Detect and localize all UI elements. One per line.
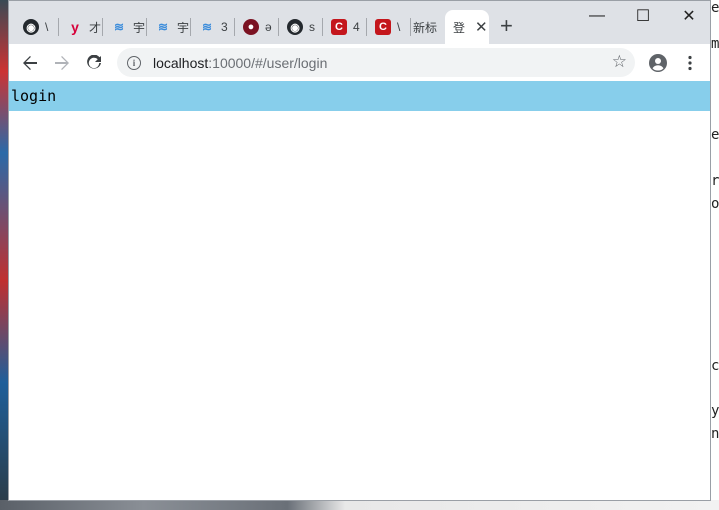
desktop-text-char: e	[711, 127, 719, 143]
page-content: login	[9, 81, 710, 500]
github-icon: ◉	[287, 19, 303, 35]
close-window-button[interactable]: ✕	[666, 1, 710, 31]
desktop-text-char: r	[711, 173, 719, 189]
tab-title: 新标	[413, 20, 438, 35]
desktop-taskbar-strip	[0, 500, 719, 510]
bookmark-star-icon[interactable]: ☆	[612, 52, 627, 72]
close-icon: ✕	[682, 8, 696, 25]
back-arrow-icon	[23, 56, 37, 70]
url-path: :10000/#/user/login	[208, 54, 328, 71]
confluence-icon: ≋	[157, 20, 169, 34]
browser-tab[interactable]: ≋ 宇	[103, 10, 147, 44]
tab-title: 4	[353, 20, 360, 34]
reload-icon	[87, 55, 101, 69]
maximize-icon: ☐	[635, 8, 651, 25]
browser-tab[interactable]: C 4	[323, 10, 367, 44]
address-bar[interactable]: i localhost:10000/#/user/login ☆	[117, 48, 635, 77]
page-title: login	[9, 81, 710, 111]
tab-title: \	[45, 20, 49, 34]
desktop-text-char: e	[711, 0, 719, 16]
tab-title: s	[309, 20, 315, 34]
browser-tab[interactable]: y 才	[59, 10, 103, 44]
account-icon	[649, 54, 667, 72]
desktop-text-char: c	[711, 358, 719, 374]
tab-title: 宇	[177, 20, 190, 35]
csdn-icon: C	[331, 19, 347, 35]
tab-title: \	[397, 20, 401, 34]
info-icon[interactable]: i	[127, 55, 141, 70]
tab-title: 3	[221, 20, 228, 34]
maximize-button[interactable]: ☐	[620, 1, 666, 31]
ruby-icon: ●	[243, 19, 259, 35]
browser-tab-active[interactable]: 登 ✕	[445, 10, 489, 44]
profile-button[interactable]	[645, 50, 671, 76]
browser-tab[interactable]: ◉ s	[279, 10, 323, 44]
tab-title: 才	[89, 20, 102, 35]
yii-icon: y	[71, 19, 79, 35]
close-tab-icon[interactable]: ✕	[475, 18, 488, 36]
url-text[interactable]: localhost:10000/#/user/login	[153, 55, 327, 71]
browser-tab[interactable]: ◉ \	[15, 10, 59, 44]
browser-window: ◉ \ y 才 ≋ 宇 ≋ 宇 ≋ 3 ● ǝ ◉ s C 4 C \ 新标 登…	[8, 0, 711, 501]
minimize-button[interactable]: —	[574, 1, 620, 31]
tab-strip: ◉ \ y 才 ≋ 宇 ≋ 宇 ≋ 3 ● ǝ ◉ s C 4 C \ 新标 登…	[9, 1, 710, 44]
confluence-icon: ≋	[113, 20, 125, 34]
desktop-text-char: y	[711, 403, 719, 419]
browser-tab[interactable]: ≋ 3	[191, 10, 235, 44]
csdn-icon: C	[375, 19, 391, 35]
tab-title: ǝ	[265, 20, 272, 34]
desktop-text-char: o	[711, 196, 719, 212]
reload-button[interactable]	[81, 50, 107, 76]
kebab-menu-icon	[688, 55, 692, 71]
minimize-icon: —	[589, 7, 605, 24]
github-icon: ◉	[23, 19, 39, 35]
desktop-text-char: n	[711, 426, 719, 442]
confluence-icon: ≋	[201, 20, 213, 34]
url-host: localhost	[153, 54, 209, 71]
forward-button[interactable]	[49, 50, 75, 76]
tab-title: 宇	[133, 20, 146, 35]
desktop-text-char: m	[711, 36, 719, 52]
browser-tab[interactable]: ≋ 宇	[147, 10, 191, 44]
new-tab-button[interactable]: +	[500, 15, 513, 37]
browser-tab[interactable]: ● ǝ	[235, 10, 279, 44]
browser-tab[interactable]: 新标	[405, 10, 445, 44]
desktop-background-right: e m e r o c y n	[711, 0, 719, 510]
back-button[interactable]	[17, 50, 43, 76]
tab-title: 登	[453, 20, 466, 35]
menu-button[interactable]	[677, 50, 703, 76]
forward-arrow-icon	[55, 56, 69, 70]
browser-toolbar: i localhost:10000/#/user/login ☆	[9, 44, 710, 82]
